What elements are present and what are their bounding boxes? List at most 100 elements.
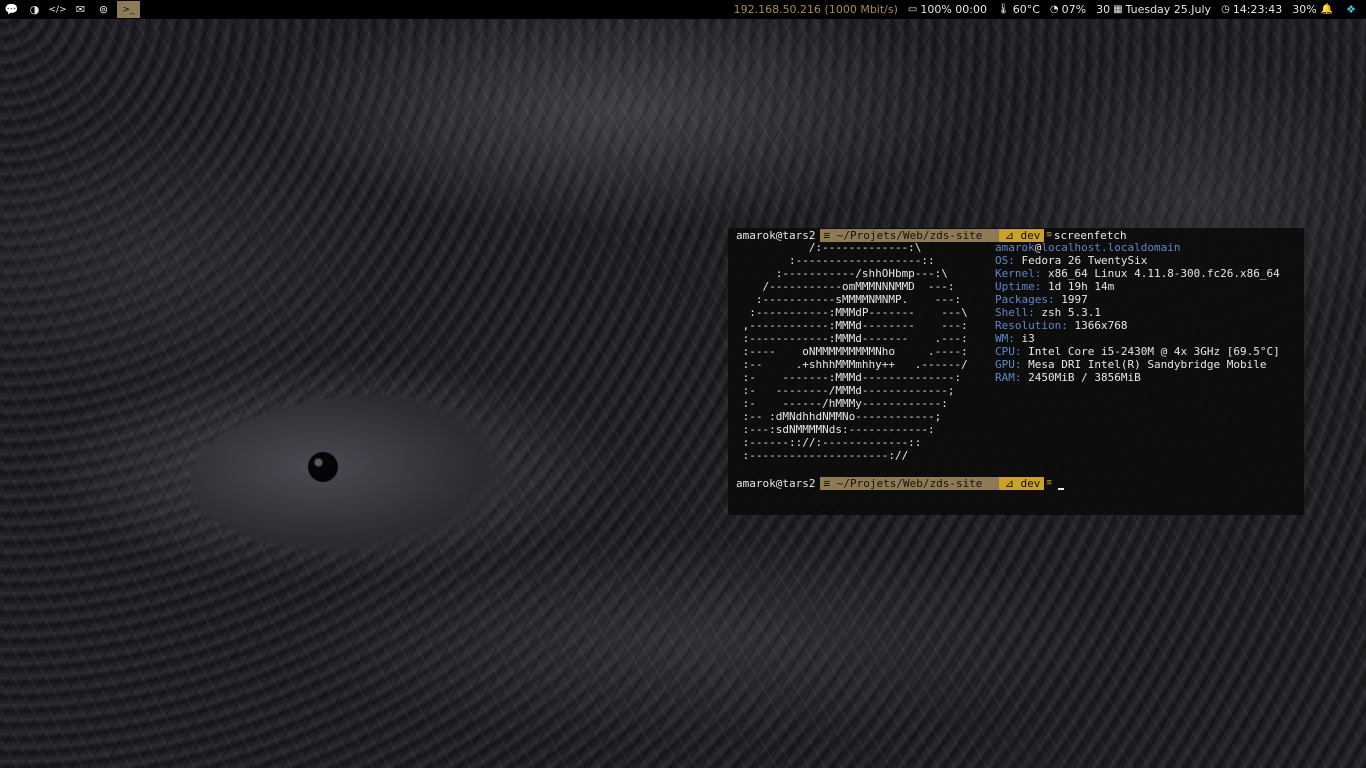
battery-icon: ▭	[907, 4, 918, 15]
volume-text: 30%	[1292, 3, 1317, 16]
prompt-branch: ⊿ dev	[998, 477, 1045, 490]
workspace-terminal[interactable]: >_	[117, 1, 140, 18]
info-key: Resolution:	[995, 319, 1068, 332]
info-rows: OS: Fedora 26 TwentySix Kernel: x86_64 Li…	[995, 254, 1280, 384]
system-info: amarok@localhost.localdomain OS: Fedora …	[995, 241, 1280, 384]
date-text: Tuesday 25.July	[1125, 3, 1212, 16]
info-value: 2450MiB / 3856MiB	[1021, 371, 1141, 384]
tray-app[interactable]: ❖	[1346, 3, 1356, 16]
info-value: Fedora 26 TwentySix	[1014, 254, 1148, 267]
clock-icon: ◷	[1221, 4, 1230, 15]
ascii-line: :------------:MMMd------- .---:	[736, 332, 968, 345]
wallpaper-snake-eye	[308, 452, 338, 482]
prompt-path-text: ~/Projets/Web/zds-site	[836, 477, 983, 490]
info-row: Packages: 1997	[995, 293, 1280, 306]
ascii-line: ,------------:MMMd-------- ---:	[736, 319, 968, 332]
terminal-window[interactable]: amarok@tars2 ≡ ~/Projets/Web/zds-site ⊿ …	[728, 228, 1304, 515]
ascii-line: :-----------:MMMdP------- ---\	[736, 306, 968, 319]
workspace-games[interactable]: ⊚	[92, 0, 115, 19]
code-icon: </>	[48, 4, 67, 15]
ascii-line: :---- oNMMMMMMMMMNho .----:	[736, 345, 968, 358]
info-key: CPU:	[995, 345, 1022, 358]
text-cursor	[1057, 478, 1064, 490]
info-row: OS: Fedora 26 TwentySix	[995, 254, 1280, 267]
ascii-line: :- ------/hMMMy------------:	[736, 397, 948, 410]
temperature-text: 60°C	[1012, 3, 1040, 16]
ascii-line: :-- :dMNdhhdNMMNo------------;	[736, 410, 942, 423]
date-number: 30	[1096, 3, 1111, 16]
info-value: Intel Core i5-2430M @ 4x 3GHz [69.5°C]	[1021, 345, 1280, 358]
info-row: RAM: 2450MiB / 3856MiB	[995, 371, 1280, 384]
firefox-icon: ◑	[29, 3, 40, 16]
info-row: CPU: Intel Core i5-2430M @ 4x 3GHz [69.5…	[995, 345, 1280, 358]
info-host: localhost.localdomain	[1041, 241, 1181, 254]
network-status: 192.168.50.216 (1000 Mbit/s)	[733, 3, 898, 16]
volume-status[interactable]: 30% 🔔	[1292, 3, 1336, 16]
info-row: Kernel: x86_64 Linux 4.11.8-300.fc26.x86…	[995, 267, 1280, 280]
workspace-code[interactable]: </>	[46, 0, 69, 19]
fedora-ascii-logo: /:-------------:\ :-------------------::…	[736, 241, 968, 462]
cpu-status: ◔ 07%	[1050, 3, 1086, 16]
mail-icon: ✉	[75, 3, 86, 16]
top-bar: 💬 ◑ </> ✉ ⊚ >_ 192.168.50.216 (1000 Mbit…	[0, 0, 1366, 19]
info-row: GPU: Mesa DRI Intel(R) Sandybridge Mobil…	[995, 358, 1280, 371]
info-row: Shell: zsh 5.3.1	[995, 306, 1280, 319]
info-key: WM:	[995, 332, 1015, 345]
ascii-line: :-- .+shhhMMMmhhy++ .------/	[736, 358, 968, 371]
battery-status: ▭ 100% 00:00	[908, 3, 987, 16]
status-bar: 192.168.50.216 (1000 Mbit/s) ▭ 100% 00:00…	[724, 0, 1356, 19]
dashboard-icon: ◔	[1049, 4, 1059, 15]
bell-icon: 🔔	[1320, 4, 1334, 15]
info-value: i3	[1014, 332, 1035, 345]
clock-text: 14:23:43	[1232, 3, 1283, 16]
info-row: WM: i3	[995, 332, 1280, 345]
info-key: RAM:	[995, 371, 1022, 384]
ascii-line: :-----------sMMMMNMNMP. ---:	[736, 293, 962, 306]
prompt-separator: ≡	[1046, 478, 1052, 488]
info-row: Uptime: 1d 19h 14m	[995, 280, 1280, 293]
ascii-line: :-------------------::	[736, 254, 935, 267]
workspace-browser[interactable]: ◑	[23, 0, 46, 19]
temperature-status: 🌡 60°C	[997, 3, 1040, 16]
clock-status: ◷ 14:23:43	[1221, 3, 1282, 16]
calendar-icon: ▦	[1113, 4, 1123, 15]
info-user: amarok	[995, 241, 1035, 254]
ascii-line: /-----------omMMMNNNMMD ---:	[736, 280, 955, 293]
terminal-icon: >_	[122, 4, 135, 15]
battery-text: 100% 00:00	[920, 3, 988, 16]
ascii-line: :---:sdNMMMMNds:------------:	[736, 423, 935, 436]
workspace-mail[interactable]: ✉	[69, 0, 92, 19]
info-key: OS:	[995, 254, 1015, 267]
thermometer-icon: 🌡	[997, 4, 1010, 15]
workspace-chat[interactable]: 💬	[0, 0, 23, 19]
cpu-text: 07%	[1061, 3, 1087, 16]
prompt-user: amarok@tars2	[736, 477, 816, 490]
info-value: 1d 19h 14m	[1041, 280, 1115, 293]
info-value: 1366x768	[1067, 319, 1128, 332]
ascii-line: /:-------------:\	[736, 241, 922, 254]
info-key: Kernel:	[995, 267, 1042, 280]
ascii-line: :------:://:-------------::	[736, 436, 922, 449]
prompt-line-2: amarok@tars2 ≡ ~/Projets/Web/zds-site ⊿ …	[736, 477, 1064, 490]
chat-icon: 💬	[4, 3, 19, 16]
ascii-line: :- --------/MMMd-------------;	[736, 384, 955, 397]
info-value: 1997	[1054, 293, 1088, 306]
prompt-branch-text: dev	[1020, 477, 1041, 490]
info-key: GPU:	[995, 358, 1022, 371]
info-key: Packages:	[995, 293, 1055, 306]
info-key: Uptime:	[995, 280, 1042, 293]
info-key: Shell:	[995, 306, 1035, 319]
info-row: Resolution: 1366x768	[995, 319, 1280, 332]
gamepad-icon: ⊚	[98, 3, 109, 16]
ascii-line: :- -------:MMMd--------------:	[736, 371, 962, 384]
ascii-line: :-----------/shhOHbmp---:\	[736, 267, 948, 280]
info-value: x86_64 Linux 4.11.8-300.fc26.x86_64	[1041, 267, 1280, 280]
prompt-path: ≡ ~/Projets/Web/zds-site	[820, 477, 999, 490]
ascii-line: :---------------------://	[736, 449, 909, 462]
date-status: 30 ▦ Tuesday 25.July	[1096, 3, 1211, 16]
workspace-list: 💬 ◑ </> ✉ ⊚ >_	[0, 0, 140, 19]
info-user-host: amarok@localhost.localdomain	[995, 241, 1181, 254]
tray-app-icon: ❖	[1346, 3, 1356, 16]
info-value: zsh 5.3.1	[1034, 306, 1101, 319]
info-value: Mesa DRI Intel(R) Sandybridge Mobile	[1021, 358, 1267, 371]
